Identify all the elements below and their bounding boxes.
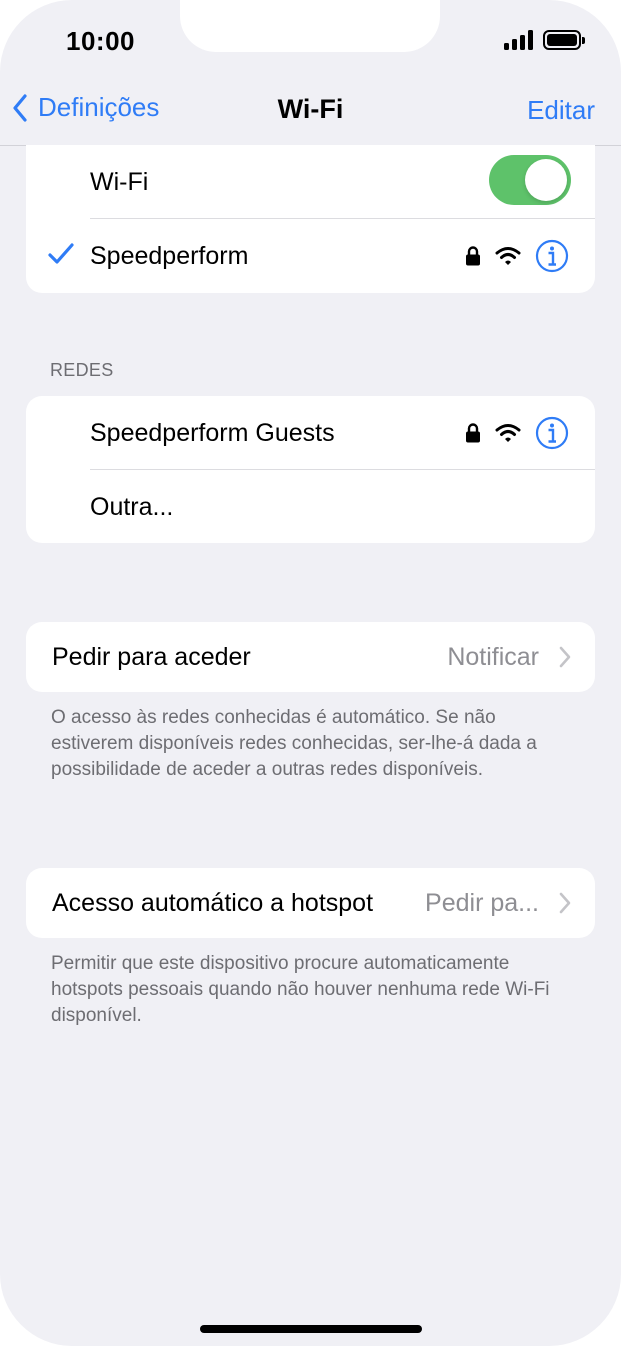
status-indicators	[504, 30, 585, 50]
lock-icon	[466, 423, 480, 443]
back-button[interactable]: Definições	[12, 92, 159, 123]
network-name: Speedperform Guests	[90, 418, 335, 447]
network-status-icons	[465, 416, 569, 450]
chevron-left-icon	[13, 93, 27, 122]
wifi-card: Wi-Fi Speedperform	[26, 145, 595, 293]
chevron-right-icon	[559, 646, 571, 668]
lock-icon	[466, 246, 480, 266]
status-time: 10:00	[66, 26, 135, 56]
network-status-icons	[465, 239, 569, 273]
phone-screen: 10:00 Wi-Fi Definições Editar Wi-Fi Spee…	[0, 0, 621, 1346]
wifi-signal-icon	[495, 424, 521, 442]
toggle-knob	[525, 159, 567, 201]
wifi-signal-icon	[495, 247, 521, 265]
chevron-right-icon	[559, 892, 571, 914]
back-button-label: Definições	[38, 92, 160, 122]
auto-hotspot-footnote: Permitir que este dispositivo procure au…	[51, 953, 550, 1026]
networks-card: Speedperform Guests Outra...	[26, 396, 595, 543]
battery-icon	[543, 30, 585, 50]
cellular-signal-icon	[504, 30, 533, 50]
ask-to-join-row[interactable]: Pedir para aceder Notificar	[26, 622, 595, 692]
notch	[180, 0, 440, 52]
ask-to-join-label: Pedir para aceder	[52, 642, 251, 671]
network-row[interactable]: Speedperform Guests	[26, 396, 595, 470]
auto-hotspot-card: Acesso automático a hotspot Pedir pa...	[26, 868, 595, 938]
home-indicator[interactable]	[200, 1325, 422, 1333]
ask-to-join-value: Notificar	[447, 642, 539, 671]
ask-to-join-footnote: O acesso às redes conhecidas é automátic…	[51, 707, 537, 780]
wifi-toggle[interactable]	[489, 155, 571, 205]
auto-hotspot-value: Pedir pa...	[425, 888, 539, 917]
edit-button[interactable]: Editar	[527, 95, 595, 126]
wifi-toggle-label: Wi-Fi	[90, 167, 149, 196]
other-network-label: Outra...	[90, 492, 174, 521]
navigation-bar: Wi-Fi Definições Editar	[0, 74, 621, 146]
auto-hotspot-row[interactable]: Acesso automático a hotspot Pedir pa...	[26, 868, 595, 938]
connected-network-row[interactable]: Speedperform	[26, 219, 595, 293]
auto-hotspot-label: Acesso automático a hotspot	[52, 888, 374, 917]
ask-to-join-card: Pedir para aceder Notificar	[26, 622, 595, 692]
info-icon[interactable]	[535, 239, 569, 273]
other-network-row[interactable]: Outra...	[26, 470, 595, 543]
wifi-toggle-row: Wi-Fi	[26, 145, 595, 219]
checkmark-icon	[48, 243, 74, 264]
connected-network-name: Speedperform	[90, 241, 249, 270]
info-icon[interactable]	[535, 416, 569, 450]
networks-section-header: REDES	[50, 360, 114, 380]
